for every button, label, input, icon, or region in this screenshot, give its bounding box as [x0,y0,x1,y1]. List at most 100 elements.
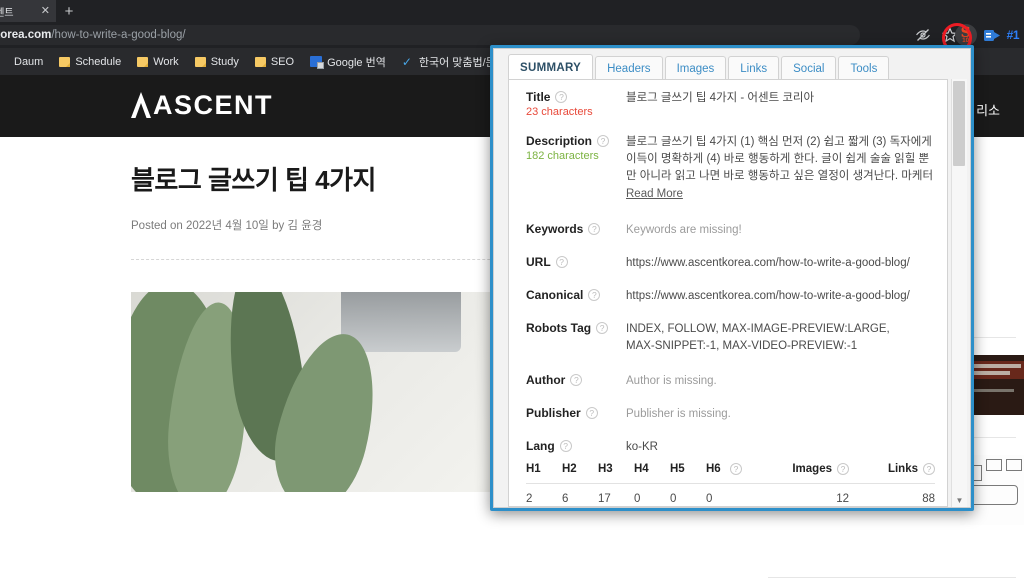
val-h3: 17 [598,493,611,505]
title-char-count: 23 characters [526,106,593,118]
summary-panel: Title? 23 characters 블로그 글쓰기 팁 4가지 - 어센트… [508,79,948,507]
row-canonical-label-cell: Canonical? [526,278,626,305]
folder-icon [137,56,149,67]
help-icon-links[interactable]: ? [923,463,935,475]
bookmark-work[interactable]: Work [129,52,186,72]
url-host: tkorea.com [0,29,52,41]
tab-images[interactable]: Images [664,56,727,80]
row-title-label-cell: Title? 23 characters [526,80,626,118]
row-lang: Lang? ko-KR [509,429,947,456]
row-author-label-cell: Author? [526,363,626,390]
help-icon-title[interactable]: ? [555,91,568,103]
rank-badge[interactable]: #1 [1007,28,1020,42]
help-icon-publisher[interactable]: ? [585,407,598,419]
row-lang-value: ko-KR [626,441,658,453]
help-icon-canonical[interactable]: ? [588,289,601,301]
row-url-value: https://www.ascentkorea.com/how-to-write… [626,257,910,269]
bookmark-google-translate[interactable]: Google 번역 [302,52,394,72]
folder-icon [254,56,266,67]
bookmark-daum[interactable]: Daum [6,52,51,72]
popup-tab-bar[interactable]: SUMMARY Headers Images Links Social Tool… [494,49,970,80]
row-description-value: 블로그 글쓰기 팁 4가지 (1) 핵심 먼저 (2) 쉽고 짧게 (3) 독자… [626,136,934,182]
close-icon[interactable]: ✕ [38,5,50,17]
row-lang-label-cell: Lang? [526,429,626,456]
row-robots-tag: Robots Tag? INDEX, FOLLOW, MAX-IMAGE-PRE… [509,311,947,355]
row-canonical-value: https://www.ascentkorea.com/how-to-write… [626,290,910,302]
row-url-label-cell: URL? [526,245,626,272]
seo-extension-popup[interactable]: SUMMARY Headers Images Links Social Tool… [490,45,974,511]
row-title-value: 블로그 글쓰기 팁 4가지 - 어센트 코리아 [626,92,815,104]
grammar-check-icon: ✓ [401,54,412,69]
row-robots-value: INDEX, FOLLOW, MAX-IMAGE-PREVIEW:LARGE, … [626,323,890,352]
tab-strip: 어센트 ✕ + [0,0,1024,22]
bookmark-label: Google 번역 [327,56,386,69]
bookmark-label: SEO [270,55,295,68]
help-icon-url[interactable]: ? [555,256,568,268]
row-url-label: URL [526,255,551,269]
blue-extension-icon[interactable] [983,27,1001,43]
col-links-cell: Links? [849,463,935,475]
help-icon-author[interactable]: ? [570,374,583,386]
row-publisher-value: Publisher is missing. [626,408,731,420]
tab-social[interactable]: Social [781,56,837,80]
val-images: 12 [836,493,849,505]
val-h5: 0 [670,493,677,505]
row-author-label: Author [526,373,566,387]
help-icon-robots[interactable]: ? [596,322,609,334]
bookmark-study[interactable]: Study [187,52,247,72]
read-more-link[interactable]: Read More [626,186,683,203]
row-keywords-label: Keywords [526,222,584,236]
row-publisher-label: Publisher [526,406,581,420]
row-keywords-value: Keywords are missing! [626,224,742,236]
row-author-value: Author is missing. [626,375,717,387]
val-links: 88 [922,493,935,505]
tab-headers[interactable]: Headers [595,56,663,80]
row-author: Author? Author is missing. [509,363,947,390]
bookmark-schedule[interactable]: Schedule [51,52,129,72]
row-publisher-label-cell: Publisher? [526,396,626,423]
browser-tab-title: 어센트 [0,7,14,19]
headings-table-header-row: H1 H2 H3 H4 H5 H6 ? Images? Links? [526,463,935,484]
popup-scroll-down-arrow[interactable]: ▼ [952,496,967,505]
help-icon-keywords[interactable]: ? [588,223,601,235]
folder-icon [194,56,206,67]
col-h1: H1 [526,463,541,475]
new-tab-button[interactable]: + [60,3,78,21]
bookmark-seo[interactable]: SEO [247,52,302,72]
no-view-icon[interactable] [915,27,931,43]
description-char-count: 182 characters [526,150,599,162]
url-path: /how-to-write-a-good-blog/ [51,29,186,41]
ascent-peak-icon [130,92,152,118]
help-icon-lang[interactable]: ? [559,440,572,452]
row-robots-label-cell: Robots Tag? [526,311,626,355]
popup-body: SUMMARY Headers Images Links Social Tool… [493,48,971,508]
help-icon-description[interactable]: ? [597,135,610,147]
browser-tab-active[interactable]: 어센트 ✕ [0,0,56,22]
col-h3: H3 [598,463,613,475]
col-h2: H2 [562,463,577,475]
address-bar[interactable]: tkorea.com/how-to-write-a-good-blog/ [0,25,860,45]
row-title: Title? 23 characters 블로그 글쓰기 팁 4가지 - 어센트… [509,80,947,118]
help-icon-headings[interactable]: ? [730,463,742,475]
post-title: 블로그 글쓰기 팁 4가지 [131,165,376,195]
tab-links[interactable]: Links [728,56,780,80]
row-description-label-cell: Description? 182 characters [526,124,626,203]
col-h5: H5 [670,463,685,475]
row-url: URL? https://www.ascentkorea.com/how-to-… [509,245,947,272]
bookmark-label: Study [210,55,239,68]
site-logo[interactable]: ASCENT [130,92,273,119]
col-h6: H6 [706,463,721,475]
row-canonical: Canonical? https://www.ascentkorea.com/h… [509,278,947,305]
help-icon-images[interactable]: ? [837,463,849,475]
popup-scrollbar-thumb[interactable] [953,81,965,166]
headings-table-value-row: 2 6 17 0 0 0 12 88 [526,484,935,505]
col-images-cell: Images? [763,463,849,475]
tab-tools[interactable]: Tools [838,56,890,80]
val-h4: 0 [634,493,641,505]
row-keywords-label-cell: Keywords? [526,212,626,239]
site-nav-item-1[interactable]: 리소 [976,100,1000,119]
popup-scrollbar[interactable]: ▼ [951,79,967,507]
thumb-box-2 [986,459,1002,471]
thumb-box-3 [1006,459,1022,471]
tab-summary[interactable]: SUMMARY [508,54,594,80]
